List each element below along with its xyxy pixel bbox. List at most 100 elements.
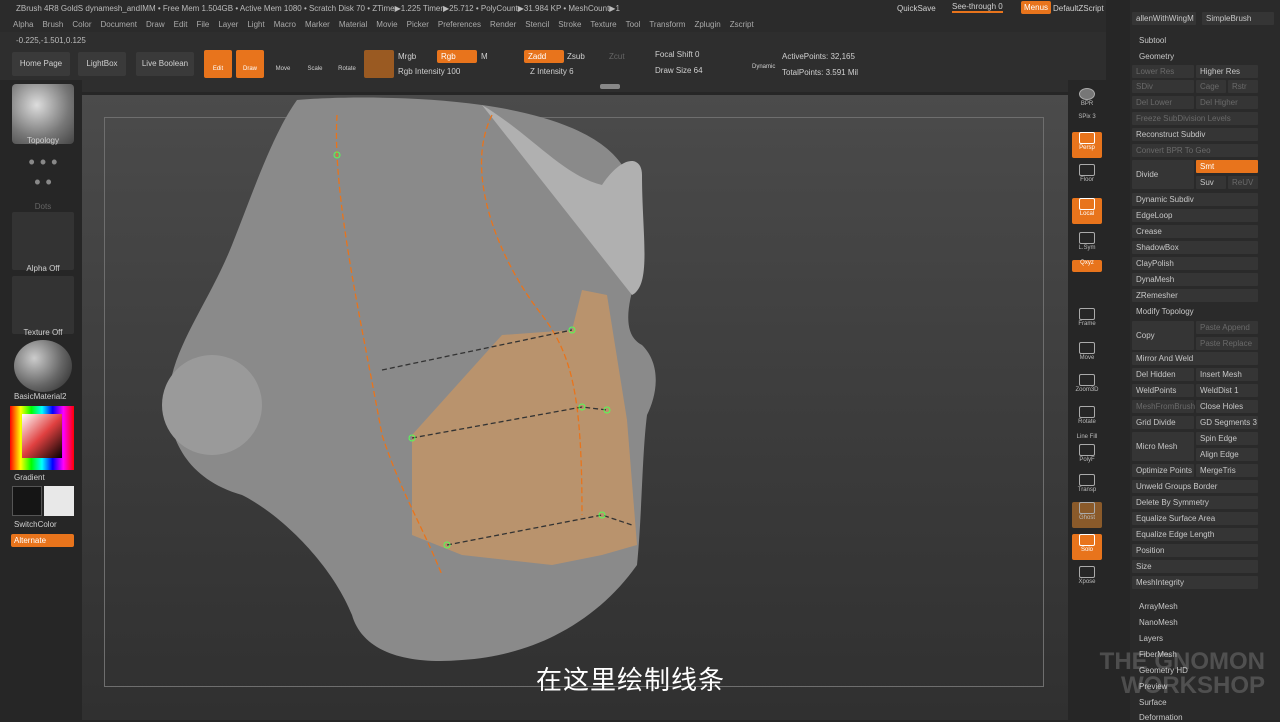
rgb-toggle[interactable]: Rgb [437, 50, 477, 63]
surface-header[interactable]: Surface [1139, 698, 1167, 707]
secondary-color-swatch[interactable] [44, 486, 74, 516]
texture-icon[interactable] [12, 276, 74, 334]
higher-res-button[interactable]: Higher Res [1196, 65, 1258, 78]
brush-icon[interactable] [12, 84, 74, 144]
menu-zplugin[interactable]: Zplugin [694, 20, 720, 29]
lower-res-button[interactable]: Lower Res [1132, 65, 1194, 78]
draw-button[interactable]: Draw [236, 50, 264, 78]
zremesher-button[interactable]: ZRemesher [1132, 289, 1258, 302]
z-intensity-slider[interactable]: Z Intensity 6 [530, 67, 574, 76]
dynamic-subdiv-button[interactable]: Dynamic Subdiv [1132, 193, 1258, 206]
merge-tris-button[interactable]: MergeTris [1196, 464, 1258, 477]
menu-file[interactable]: File [196, 20, 209, 29]
scroll-handle[interactable] [600, 84, 620, 89]
menu-preferences[interactable]: Preferences [438, 20, 481, 29]
menu-stroke[interactable]: Stroke [558, 20, 581, 29]
live-boolean-button[interactable]: Live Boolean [136, 52, 194, 76]
menu-color[interactable]: Color [72, 20, 91, 29]
main-color-swatch[interactable] [12, 486, 42, 516]
menu-alpha[interactable]: Alpha [13, 20, 33, 29]
focal-shift-slider[interactable]: Focal Shift 0 [655, 50, 699, 59]
divide-button[interactable]: Divide [1132, 160, 1194, 189]
menu-marker[interactable]: Marker [305, 20, 330, 29]
dynamic-toggle[interactable]: Dynamic [752, 64, 775, 70]
welddist-slider[interactable]: WeldDist 1 [1196, 384, 1258, 397]
subtool-header[interactable]: Subtool [1139, 36, 1166, 45]
menu-texture[interactable]: Texture [590, 20, 616, 29]
rstr-button[interactable]: Rstr [1228, 80, 1258, 93]
convert-bpr-button[interactable]: Convert BPR To Geo [1132, 144, 1258, 157]
reuv-button[interactable]: ReUV [1228, 176, 1258, 189]
close-holes-button[interactable]: Close Holes [1196, 400, 1258, 413]
del-higher-button[interactable]: Del Higher [1196, 96, 1258, 109]
mirror-weld-button[interactable]: Mirror And Weld [1132, 352, 1258, 365]
menu-layer[interactable]: Layer [218, 20, 238, 29]
layers-header[interactable]: Layers [1139, 634, 1163, 643]
optimize-points-button[interactable]: Optimize Points [1132, 464, 1194, 477]
zcut-toggle[interactable]: Zcut [609, 52, 625, 61]
material-sphere-icon[interactable] [364, 50, 394, 78]
zoom3d-button[interactable]: Zoom3D [1072, 374, 1102, 400]
copy-button[interactable]: Copy [1132, 321, 1194, 350]
bpr-button[interactable]: BPR [1072, 88, 1102, 114]
m-toggle[interactable]: M [481, 52, 488, 61]
zadd-toggle[interactable]: Zadd [524, 50, 564, 63]
rgb-intensity-slider[interactable]: Rgb Intensity 100 [398, 67, 460, 76]
menu-picker[interactable]: Picker [407, 20, 429, 29]
menu-tool[interactable]: Tool [626, 20, 641, 29]
switch-color-button[interactable]: SwitchColor [14, 520, 57, 529]
menu-render[interactable]: Render [490, 20, 516, 29]
modify-topology-header[interactable]: Modify Topology [1136, 307, 1194, 316]
menu-zscript[interactable]: Zscript [730, 20, 754, 29]
xpose-button[interactable]: Xpose [1072, 566, 1102, 592]
rotate-view-button[interactable]: Rotate [1072, 406, 1102, 432]
zsub-toggle[interactable]: Zsub [567, 52, 585, 61]
menu-edit[interactable]: Edit [174, 20, 188, 29]
crease-button[interactable]: Crease [1132, 225, 1258, 238]
edgeloop-button[interactable]: EdgeLoop [1132, 209, 1258, 222]
persp-button[interactable]: Persp [1072, 132, 1102, 158]
material-icon[interactable] [14, 340, 72, 392]
del-hidden-button[interactable]: Del Hidden [1132, 368, 1194, 381]
paste-replace-button[interactable]: Paste Replace [1196, 337, 1258, 350]
claypolish-button[interactable]: ClayPolish [1132, 257, 1258, 270]
suv-toggle[interactable]: Suv [1196, 176, 1226, 189]
weldpoints-button[interactable]: WeldPoints [1132, 384, 1194, 397]
smt-toggle[interactable]: Smt [1196, 160, 1258, 173]
menu-document[interactable]: Document [101, 20, 137, 29]
menu-movie[interactable]: Movie [376, 20, 397, 29]
freeze-subdiv-button[interactable]: Freeze SubDivision Levels [1132, 112, 1258, 125]
sdiv-slider[interactable]: SDiv [1132, 80, 1194, 93]
xyz-button[interactable]: Qxyz [1072, 260, 1102, 272]
polyf-button[interactable]: PolyF [1072, 444, 1102, 470]
menu-material[interactable]: Material [339, 20, 367, 29]
floor-button[interactable]: Floor [1072, 164, 1102, 190]
menu-items[interactable]: Alpha Brush Color Document Draw Edit File Layer… [13, 20, 763, 29]
gd-segments-slider[interactable]: GD Segments 3 [1196, 416, 1258, 429]
menus-button[interactable]: Menus [1021, 1, 1052, 14]
tool-thumb-2[interactable]: SimpleBrush [1202, 12, 1274, 25]
insert-mesh-button[interactable]: Insert Mesh [1196, 368, 1258, 381]
scale-button[interactable]: Scale [302, 66, 328, 72]
arraymesh-header[interactable]: ArrayMesh [1139, 602, 1178, 611]
mrgb-toggle[interactable]: Mrgb [398, 52, 416, 61]
move-button[interactable]: Move [270, 66, 296, 72]
default-zscript-button[interactable]: DefaultZScript [1053, 4, 1104, 13]
paste-append-button[interactable]: Paste Append [1196, 321, 1258, 334]
lightbox-button[interactable]: LightBox [78, 52, 126, 76]
see-through-slider[interactable]: See-through 0 [952, 2, 1003, 13]
alternate-button[interactable]: Alternate [11, 534, 74, 547]
cage-button[interactable]: Cage [1196, 80, 1226, 93]
deformation-header[interactable]: Deformation [1139, 713, 1183, 722]
menu-macro[interactable]: Macro [274, 20, 296, 29]
quicksave-button[interactable]: QuickSave [897, 4, 936, 13]
menu-draw[interactable]: Draw [146, 20, 165, 29]
ghost-button[interactable]: Ghost [1072, 502, 1102, 528]
alpha-icon[interactable] [12, 212, 74, 270]
local-button[interactable]: Local [1072, 198, 1102, 224]
menu-brush[interactable]: Brush [42, 20, 63, 29]
geometry-header[interactable]: Geometry [1139, 52, 1174, 61]
nanomesh-header[interactable]: NanoMesh [1139, 618, 1178, 627]
mesh-from-brush-button[interactable]: MeshFromBrush [1132, 400, 1195, 413]
stroke-icon[interactable]: • • • • • [14, 152, 72, 200]
